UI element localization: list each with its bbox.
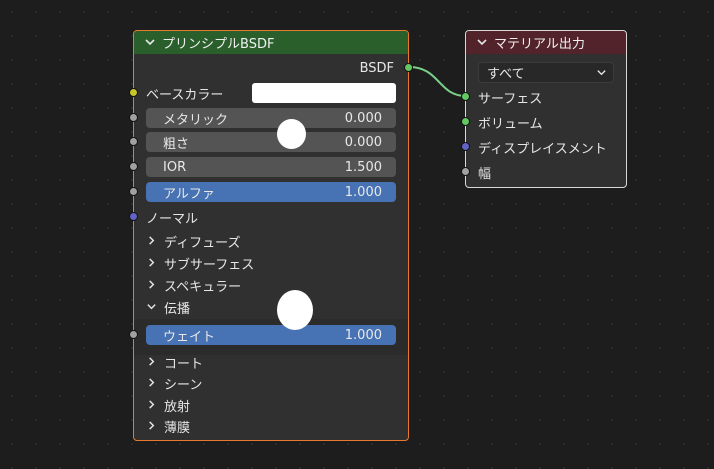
alpha-field[interactable]: アルファ 1.000 xyxy=(146,182,396,202)
ior-socket[interactable] xyxy=(129,162,138,171)
panel-thin-film[interactable]: 薄膜 xyxy=(146,417,190,436)
weight-socket[interactable] xyxy=(129,330,138,339)
volume-label-row: ボリューム xyxy=(478,113,543,132)
ior-field[interactable]: IOR 1.500 xyxy=(146,157,396,177)
panel-specular-label: スペキュラー xyxy=(164,280,242,295)
ior-value: 1.500 xyxy=(344,159,382,175)
metallic-value: 0.000 xyxy=(344,110,382,126)
alpha-socket[interactable] xyxy=(129,187,138,196)
target-dropdown[interactable]: すべて xyxy=(478,62,614,83)
thickness-label-row: 幅 xyxy=(478,163,491,182)
weight-field[interactable]: ウェイト 1.000 xyxy=(146,325,396,345)
chevron-down-icon[interactable] xyxy=(144,36,158,50)
chevron-right-icon xyxy=(146,420,160,434)
roughness-socket[interactable] xyxy=(129,137,138,146)
surface-label: サーフェス xyxy=(478,92,543,107)
surface-socket[interactable] xyxy=(461,92,470,101)
redaction-blob xyxy=(277,119,306,149)
panel-transmission-label: 伝播 xyxy=(164,302,191,317)
panel-emission-label: 放射 xyxy=(164,400,191,415)
roughness-value: 0.000 xyxy=(344,134,382,150)
displacement-label: ディスプレイスメント xyxy=(478,142,607,157)
alpha-label: アルファ xyxy=(163,186,215,202)
normal-label: ノーマル xyxy=(146,212,199,227)
principled-bsdf-node[interactable]: プリンシプルBSDF BSDF ベースカラー メタリック 0.000 粗さ 0.… xyxy=(129,30,413,441)
dropdown-chevron-icon xyxy=(596,67,607,78)
panel-sheen-label: シーン xyxy=(164,378,203,393)
base-color-socket[interactable] xyxy=(129,88,138,97)
displacement-socket[interactable] xyxy=(461,142,470,151)
thickness-label: 幅 xyxy=(478,167,492,182)
panel-thin-film-label: 薄膜 xyxy=(164,421,191,436)
bsdf-node-header[interactable]: プリンシプルBSDF xyxy=(134,31,408,54)
volume-socket[interactable] xyxy=(461,117,470,126)
base-color-swatch[interactable] xyxy=(252,83,396,103)
surface-label-row: サーフェス xyxy=(478,88,542,107)
metallic-socket[interactable] xyxy=(129,113,138,122)
metallic-field[interactable]: メタリック 0.000 xyxy=(146,108,396,128)
panel-transmission[interactable]: 伝播 xyxy=(146,298,190,317)
panel-diffuse[interactable]: ディフューズ xyxy=(146,232,240,251)
metallic-label: メタリック xyxy=(163,112,229,128)
panel-diffuse-label: ディフューズ xyxy=(164,236,241,251)
material-output-node[interactable]: マテリアル出力 すべて サーフェス ボリューム ディスプレイスメント 幅 xyxy=(461,30,627,188)
displacement-label-row: ディスプレイスメント xyxy=(478,138,607,157)
chevron-right-icon xyxy=(146,356,160,370)
bsdf-output-label: BSDF xyxy=(359,61,394,76)
bsdf-node-title: プリンシプルBSDF xyxy=(162,37,275,52)
output-node-title: マテリアル出力 xyxy=(494,37,585,52)
panel-coat-label: コート xyxy=(164,357,204,372)
alpha-value: 1.000 xyxy=(344,184,382,200)
base-color-label-row: ベースカラー xyxy=(146,84,223,103)
target-dropdown-value: すべて xyxy=(487,67,525,82)
thickness-socket[interactable] xyxy=(461,167,470,176)
normal-label-row: ノーマル xyxy=(146,208,198,227)
panel-coat[interactable]: コート xyxy=(146,353,203,372)
chevron-down-icon xyxy=(146,301,160,315)
panel-subsurface-label: サブサーフェス xyxy=(164,258,255,273)
weight-label: ウェイト xyxy=(163,329,216,345)
roughness-field[interactable]: 粗さ 0.000 xyxy=(146,132,396,152)
chevron-right-icon xyxy=(146,399,160,413)
base-color-label: ベースカラー xyxy=(146,88,224,103)
panel-subsurface[interactable]: サブサーフェス xyxy=(146,254,254,273)
chevron-right-icon xyxy=(146,377,160,391)
output-node-header[interactable]: マテリアル出力 xyxy=(466,31,626,54)
panel-specular[interactable]: スペキュラー xyxy=(146,276,241,295)
roughness-label: 粗さ xyxy=(163,136,190,152)
bsdf-output-socket[interactable] xyxy=(404,63,413,72)
panel-sheen[interactable]: シーン xyxy=(146,374,202,393)
redaction-blob xyxy=(277,290,313,330)
volume-label: ボリューム xyxy=(478,117,543,132)
chevron-right-icon xyxy=(146,257,160,271)
normal-socket[interactable] xyxy=(129,212,138,221)
weight-value: 1.000 xyxy=(344,327,382,343)
chevron-down-icon[interactable] xyxy=(476,36,490,50)
bsdf-output-label-row: BSDF xyxy=(360,61,394,76)
chevron-right-icon xyxy=(146,279,160,293)
chevron-right-icon xyxy=(146,235,160,249)
ior-label: IOR xyxy=(163,159,187,175)
panel-emission[interactable]: 放射 xyxy=(146,396,190,415)
